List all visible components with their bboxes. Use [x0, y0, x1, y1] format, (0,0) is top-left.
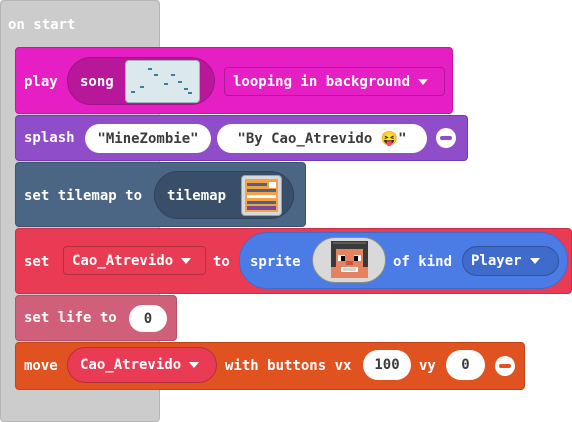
vy-label: vy: [419, 358, 436, 374]
of-kind-label: of kind: [393, 254, 453, 270]
sprite-label: sprite: [250, 254, 301, 270]
quote-close-icon: ": [190, 130, 199, 147]
play-label: play: [24, 74, 58, 90]
life-value-field[interactable]: 0: [129, 305, 167, 332]
song-preview-icon[interactable]: [125, 60, 200, 103]
life-value-text: 0: [143, 310, 153, 327]
chevron-down-icon: [181, 257, 192, 264]
song-label: song: [80, 74, 114, 90]
sprite-kind-dropdown[interactable]: Player: [462, 246, 559, 276]
chevron-down-icon: [418, 78, 429, 85]
to-label: to: [213, 254, 230, 270]
tilemap-label: tilemap: [167, 188, 227, 204]
play-mode-label: looping in background: [233, 73, 411, 90]
splash-title-field[interactable]: " MineZombie ": [85, 124, 211, 153]
chevron-down-icon: [189, 362, 200, 368]
move-variable-label: Cao_Atrevido: [80, 357, 182, 373]
splash-label: splash: [24, 130, 75, 146]
chevron-down-icon: [529, 258, 540, 264]
play-mode-dropdown[interactable]: looping in background: [224, 67, 445, 96]
set-life-label: set life to: [24, 310, 117, 326]
vx-value-field[interactable]: 100: [363, 350, 411, 380]
remove-argument-button-move[interactable]: [495, 356, 515, 376]
zombie-sprite-icon[interactable]: [329, 239, 370, 280]
sprite-variable-dropdown[interactable]: Cao_Atrevido: [63, 246, 206, 275]
splash-subtitle-field[interactable]: " By Cao_Atrevido 😝 ": [217, 124, 427, 153]
with-buttons-vx-label: with buttons vx: [225, 358, 352, 374]
sprite-kind-label: Player: [471, 253, 522, 269]
remove-argument-button[interactable]: [436, 128, 456, 148]
vx-value-text: 100: [374, 357, 400, 373]
sprite-variable-label: Cao_Atrevido: [72, 252, 174, 269]
on-start-label: on start: [8, 17, 76, 33]
splash-title-text: MineZombie: [105, 130, 191, 147]
vy-value-text: 0: [461, 357, 470, 373]
set-tilemap-label: set tilemap to: [24, 188, 143, 204]
quote-open-icon: ": [237, 130, 246, 147]
move-variable-dropdown[interactable]: Cao_Atrevido: [67, 347, 217, 383]
quote-close-icon: ": [398, 130, 407, 147]
set-label: set: [24, 254, 50, 270]
tilemap-preview-icon[interactable]: [241, 175, 282, 216]
move-label: move: [24, 358, 58, 374]
quote-open-icon: ": [97, 130, 106, 147]
splash-subtitle-text: By Cao_Atrevido 😝: [245, 130, 399, 147]
vy-value-field[interactable]: 0: [446, 350, 485, 380]
